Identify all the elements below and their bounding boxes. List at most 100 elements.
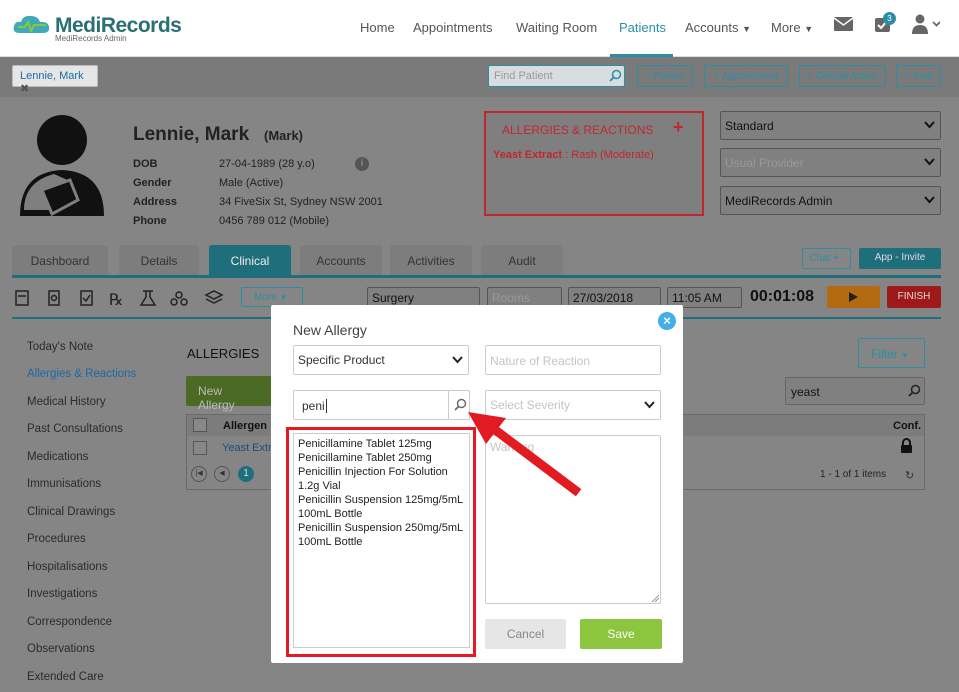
address-label: Address <box>133 196 178 208</box>
patient-avatar <box>14 110 106 218</box>
search-divider <box>448 391 449 419</box>
allergy-type-select[interactable]: Specific Product <box>293 345 469 375</box>
chevron-down-icon <box>644 401 655 409</box>
prev-page-button[interactable]: ◀ <box>214 466 230 482</box>
app-logo-subtitle: MediRecords Admin <box>55 34 127 43</box>
clinical-icons: ℞ <box>15 289 230 307</box>
allergy-search-input[interactable]: yeast <box>785 377 925 405</box>
tab-details[interactable]: Details <box>119 245 199 276</box>
chat-button-label: Chat <box>809 253 831 264</box>
time-field-value: 11:05 AM <box>672 291 722 305</box>
clinical-more-label: More <box>254 292 277 303</box>
gender-value: Male (Active) <box>219 177 284 189</box>
search-icon[interactable] <box>609 69 622 82</box>
menu-clinical-drawings[interactable]: Clinical Drawings <box>27 506 115 518</box>
close-icon[interactable]: × <box>658 312 676 330</box>
rooms-select-placeholder: Rooms <box>492 291 531 305</box>
play-icon <box>849 292 858 302</box>
allergy-summary-allergen: Yeast Extract <box>493 149 563 161</box>
nav-home[interactable]: Home <box>360 20 395 35</box>
date-field-value: 27/03/2018 <box>573 291 634 305</box>
patient-tab-chip[interactable]: Lennie, Mark ✖ <box>12 65 98 95</box>
tab-audit[interactable]: Audit <box>481 245 563 276</box>
add-clinical-action-button[interactable]: + Clinical Action <box>799 65 886 87</box>
col-allergen[interactable]: Allergen <box>223 420 267 432</box>
menu-medical-history[interactable]: Medical History <box>27 396 106 408</box>
annotation-arrow-icon <box>462 408 587 500</box>
nav-accounts-label: Accounts <box>685 20 739 35</box>
new-allergy-button[interactable]: New Allergy <box>186 376 272 412</box>
gender-label: Gender <box>133 177 172 189</box>
allergies-panel-title: ALLERGIES & REACTIONS <box>502 123 654 137</box>
practitioner-select-value: MediRecords Admin <box>725 194 833 208</box>
app-invite-button[interactable]: App - Invite <box>859 248 941 269</box>
filter-button[interactable]: Filter ▼ <box>858 338 925 368</box>
plus-icon: + <box>832 253 839 264</box>
chat-button[interactable]: Chat + <box>802 248 851 269</box>
nav-more[interactable]: More ▼ <box>771 20 813 35</box>
nature-of-reaction-input[interactable]: Nature of Reaction <box>485 345 661 375</box>
menu-observations[interactable]: Observations <box>27 643 95 655</box>
filter-button-label: Filter <box>871 347 898 361</box>
menu-investigations[interactable]: Investigations <box>27 588 97 600</box>
patient-nickname: (Mark) <box>264 128 304 143</box>
dob-label: DOB <box>133 158 158 170</box>
chevron-down-icon: ▼ <box>742 24 752 34</box>
pagination-info: 1 - 1 of 1 items <box>820 469 887 480</box>
menu-hospitalisations[interactable]: Hospitalisations <box>27 561 108 573</box>
row-checkbox[interactable] <box>193 441 207 455</box>
menu-allergies-reactions[interactable]: Allergies & Reactions <box>27 368 136 380</box>
find-patient-input[interactable]: Find Patient <box>488 65 625 87</box>
nav-accounts[interactable]: Accounts ▼ <box>685 20 751 35</box>
nav-patients[interactable]: Patients <box>619 20 666 35</box>
allergy-summary-reaction: : Rash (Moderate) <box>562 149 654 161</box>
refresh-icon[interactable]: ↻ <box>905 469 914 482</box>
search-icon[interactable] <box>908 384 921 397</box>
consult-timer: 00:01:08 <box>750 288 815 305</box>
cancel-button[interactable]: Cancel <box>485 619 566 649</box>
close-icon[interactable]: ✖ <box>20 83 29 95</box>
first-page-button[interactable]: |◀ <box>191 466 207 482</box>
nav-waiting-room[interactable]: Waiting Room <box>516 20 597 35</box>
add-appointment-button[interactable]: + Appointment <box>704 65 788 87</box>
resize-handle-icon[interactable] <box>651 594 659 602</box>
nature-of-reaction-placeholder: Nature of Reaction <box>490 354 591 368</box>
tab-activities[interactable]: Activities <box>390 245 472 276</box>
menu-extended-care[interactable]: Extended Care <box>27 671 104 683</box>
text-cursor <box>325 399 327 413</box>
allergy-type-value: Specific Product <box>298 353 385 367</box>
tab-accounts[interactable]: Accounts <box>300 245 382 276</box>
find-patient-placeholder: Find Patient <box>494 70 553 82</box>
select-all-checkbox[interactable] <box>193 418 207 432</box>
finish-button[interactable]: FINISH <box>887 286 941 308</box>
usual-provider-select[interactable]: Usual Provider <box>720 148 941 177</box>
chevron-down-icon: ▼ <box>901 351 909 360</box>
chevron-down-icon <box>924 121 935 129</box>
clinical-more-button[interactable]: More ▼ <box>241 287 303 307</box>
standard-select[interactable]: Standard <box>720 111 941 140</box>
modal-title: New Allergy <box>293 322 367 338</box>
mail-icon[interactable] <box>834 17 853 31</box>
add-task-button[interactable]: + Task <box>896 65 941 87</box>
patient-tab-label: Lennie, Mark <box>20 70 84 82</box>
menu-past-consultations[interactable]: Past Consultations <box>27 423 123 435</box>
user-icon[interactable] <box>912 14 940 34</box>
menu-correspondence[interactable]: Correspondence <box>27 616 112 628</box>
add-allergy-plus-icon[interactable]: + <box>673 117 684 138</box>
tab-clinical[interactable]: Clinical <box>209 245 291 276</box>
add-patient-button[interactable]: + Patient <box>637 65 693 87</box>
row-allergen-link[interactable]: Yeast Extra <box>222 442 278 454</box>
location-select-value: Surgery <box>372 291 415 305</box>
tab-dashboard[interactable]: Dashboard <box>12 245 108 276</box>
practitioner-select[interactable]: MediRecords Admin <box>720 186 941 215</box>
nav-appointments[interactable]: Appointments <box>413 20 493 35</box>
save-button[interactable]: Save <box>580 619 662 649</box>
product-search-input[interactable]: peni <box>293 390 470 420</box>
menu-procedures[interactable]: Procedures <box>27 533 86 545</box>
product-search-value: peni <box>302 399 325 413</box>
menu-medications[interactable]: Medications <box>27 451 88 463</box>
menu-immunisations[interactable]: Immunisations <box>27 478 101 490</box>
menu-todays-note[interactable]: Today's Note <box>27 341 93 353</box>
page-number[interactable]: 1 <box>238 466 254 482</box>
info-icon[interactable]: i <box>355 157 369 171</box>
